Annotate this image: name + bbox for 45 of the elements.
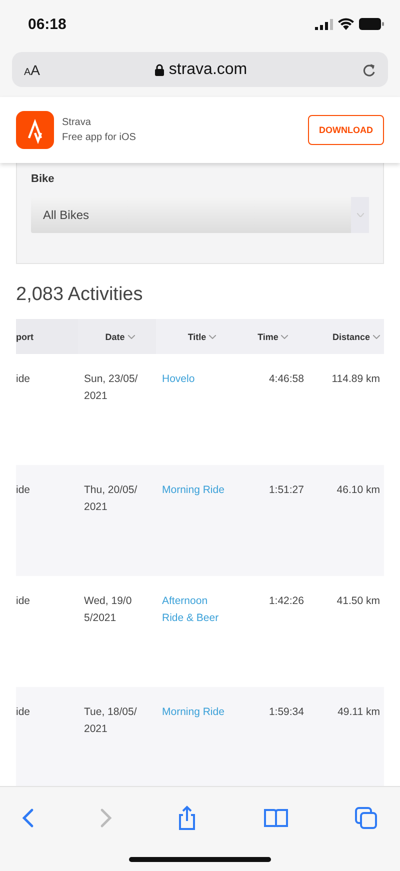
sport-cell: ide [16,706,30,718]
battery-icon [359,18,384,30]
sort-header[interactable]: Date [78,319,156,354]
chevron-down-icon [209,334,216,338]
sort-header[interactable]: Time [242,319,304,354]
reload-icon[interactable] [362,62,376,78]
distance-cell-text: 41.50 km [336,594,380,609]
book-icon[interactable] [262,808,288,828]
chevron-down-icon [128,334,135,338]
bike-select[interactable]: All Bikes [31,197,369,233]
address-bar[interactable]: AA strava.com [12,52,388,87]
dropdown-icon [356,213,364,217]
chevron-down-icon [281,334,288,338]
time-cell: 1:51:27 [268,484,304,496]
text-size-button[interactable]: AA [24,62,40,78]
distance-cell-text: 49.11 km [336,705,380,720]
sport-cell: ide [16,373,30,385]
share-icon[interactable] [177,805,197,831]
distance-cell-text: 114.89 km [330,372,380,387]
time-cell: 4:46:58 [268,373,304,385]
signal-icon [315,18,333,30]
tabs-icon[interactable] [354,806,378,830]
activities-heading: 2,083 Activities [16,284,144,306]
date-cell-text: Sun, 23/05/2021 [84,372,138,404]
chevron-down-icon [373,334,380,338]
distance-cell-text: 46.10 km [336,483,380,498]
date-cell-text: Wed, 19/05/2021 [84,594,133,626]
date-cell-text: Tue, 18/05/2021 [84,705,138,737]
time-cell: 1:42:26 [268,595,304,607]
date-cell-text: Thu, 20/05/2021 [84,483,138,515]
sort-header[interactable]: Distance [304,319,384,354]
lock-icon [154,64,164,76]
url-text: strava.com [168,60,248,78]
app-name: Strava [62,117,92,128]
app-subtitle: Free app for iOS [62,132,137,143]
sport-cell: ide [16,595,30,607]
sort-header[interactable]: Title [156,319,242,354]
app-logo-icon [16,111,54,149]
time-cell: 1:59:34 [268,706,304,718]
wifi-icon [338,18,354,30]
sport-cell: ide [16,484,30,496]
status-time: 06:18 [28,16,66,32]
column-header: port [16,319,78,354]
filter-label: Bike [31,173,56,185]
back-icon[interactable] [22,808,34,828]
